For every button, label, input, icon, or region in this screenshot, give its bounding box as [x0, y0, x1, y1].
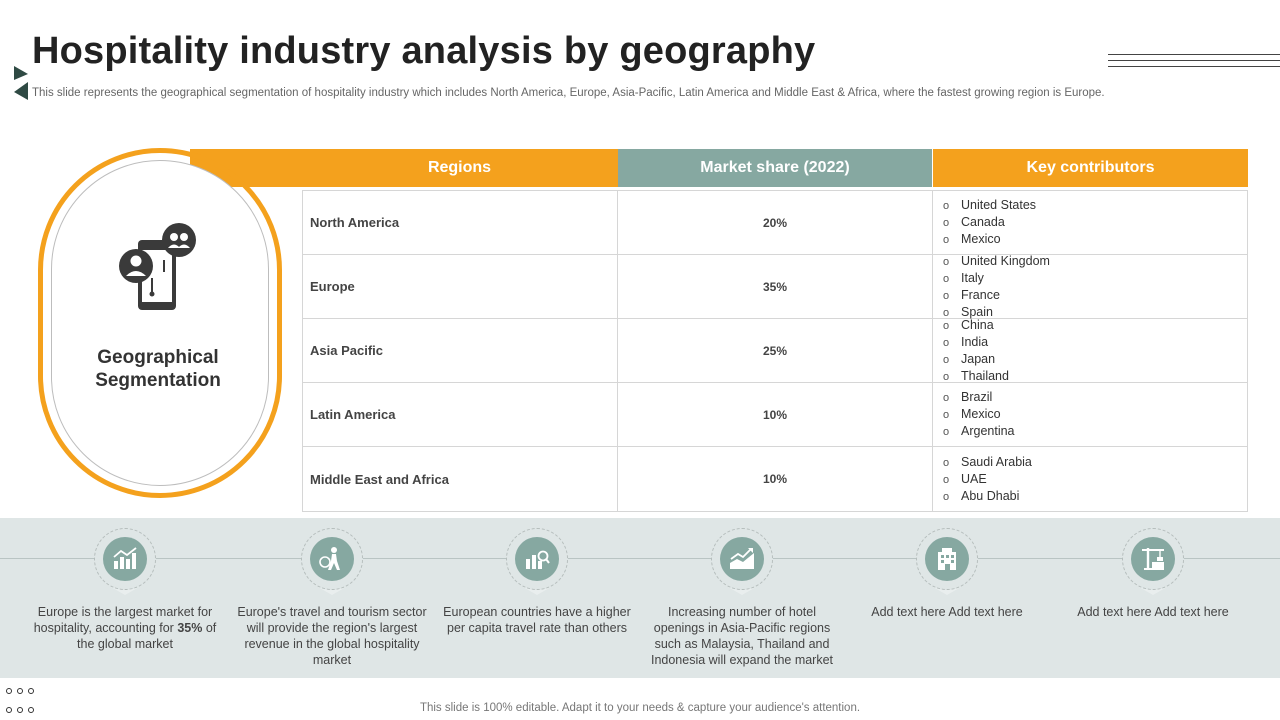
contributor-item: France: [943, 287, 1050, 304]
region-cell: Latin America: [303, 383, 618, 446]
title-arrow-mark: [14, 66, 28, 100]
feature-text: Increasing number of hotel openings in A…: [650, 605, 834, 667]
share-cell: 20%: [618, 191, 933, 254]
feature-icon-ring: [711, 528, 773, 590]
feature-text: European countries have a higher per cap…: [443, 605, 631, 635]
contributor-item: Japan: [943, 351, 1009, 368]
feature-item: Europe is the largest market for hospita…: [30, 528, 220, 652]
footer-note: This slide is 100% editable. Adapt it to…: [419, 702, 861, 714]
construction-crane-icon: [1142, 548, 1164, 570]
contributor-item: United States: [943, 197, 1036, 214]
feature-text: Europe is the largest market for hospita…: [33, 605, 217, 651]
contributor-item: United Kingdom: [943, 253, 1050, 270]
feature-icon-ring: [94, 528, 156, 590]
header-regions: Regions: [302, 149, 617, 187]
decorative-lines: [1108, 54, 1280, 72]
contributor-item: Brazil: [943, 389, 1015, 406]
table-row: Europe 35% United Kingdom Italy France S…: [303, 253, 1247, 319]
contributors-cell: United States Canada Mexico: [933, 191, 1247, 254]
region-cell: Europe: [303, 255, 618, 318]
header-market-share: Market share (2022): [618, 149, 932, 187]
feature-item: Europe's travel and tourism sector will …: [237, 528, 427, 668]
traveler-icon: [319, 547, 340, 570]
feature-item: Increasing number of hotel openings in A…: [647, 528, 837, 668]
table-row: Latin America 10% Brazil Mexico Argentin…: [303, 383, 1247, 447]
share-cell: 25%: [618, 319, 933, 382]
page-title: Hospitality industry analysis by geograp…: [32, 30, 816, 72]
contributor-item: Thailand: [943, 368, 1009, 385]
feature-item: Add text here Add text here: [852, 528, 1042, 620]
feature-text: Europe's travel and tourism sector will …: [237, 605, 427, 667]
feature-icon-ring: [506, 528, 568, 590]
share-cell: 35%: [618, 255, 933, 318]
feature-text: Add text here Add text here: [871, 605, 1023, 619]
contributor-item: India: [943, 334, 1009, 351]
table-row: Asia Pacific 25% China India Japan Thail…: [303, 317, 1247, 385]
contributor-item: Canada: [943, 214, 1036, 231]
region-cell: Middle East and Africa: [303, 447, 618, 511]
feature-item: European countries have a higher per cap…: [442, 528, 632, 636]
contributor-item: Saudi Arabia: [943, 454, 1032, 471]
mobile-users-icon: [119, 223, 196, 310]
share-cell: 10%: [618, 383, 933, 446]
segmentation-label: Geographical Segmentation: [95, 347, 221, 391]
contributors-cell: Saudi Arabia UAE Abu Dhabi: [933, 447, 1247, 511]
analytics-chart-icon: [526, 550, 550, 569]
feature-text: Add text here Add text here: [1077, 605, 1229, 619]
contributor-item: Italy: [943, 270, 1050, 287]
page-subtitle: This slide represents the geographical s…: [32, 87, 1105, 99]
header-key-contributors: Key contributors: [933, 149, 1248, 187]
regions-table: North America 20% United States Canada M…: [302, 190, 1248, 512]
rising-revenue-icon: [730, 548, 754, 569]
hotel-building-icon: [938, 548, 956, 570]
contributors-cell: United Kingdom Italy France Spain: [933, 253, 1247, 319]
contributors-cell: Brazil Mexico Argentina: [933, 383, 1247, 446]
contributor-item: Abu Dhabi: [943, 488, 1032, 505]
table-row: North America 20% United States Canada M…: [303, 191, 1247, 255]
feature-icon-ring: [916, 528, 978, 590]
feature-item: Add text here Add text here: [1058, 528, 1248, 620]
share-cell: 10%: [618, 447, 933, 511]
contributor-item: Argentina: [943, 423, 1015, 440]
region-cell: Asia Pacific: [303, 319, 618, 382]
contributor-item: UAE: [943, 471, 1032, 488]
segmentation-oval: [51, 160, 269, 486]
contributor-item: Mexico: [943, 406, 1015, 423]
growth-chart-icon: [113, 547, 137, 569]
feature-icon-ring: [301, 528, 363, 590]
contributor-item: China: [943, 317, 1009, 334]
contributor-item: Mexico: [943, 231, 1036, 248]
contributors-cell: China India Japan Thailand: [933, 317, 1247, 385]
feature-icon-ring: [1122, 528, 1184, 590]
region-cell: North America: [303, 191, 618, 254]
table-row: Middle East and Africa 10% Saudi Arabia …: [303, 447, 1247, 511]
